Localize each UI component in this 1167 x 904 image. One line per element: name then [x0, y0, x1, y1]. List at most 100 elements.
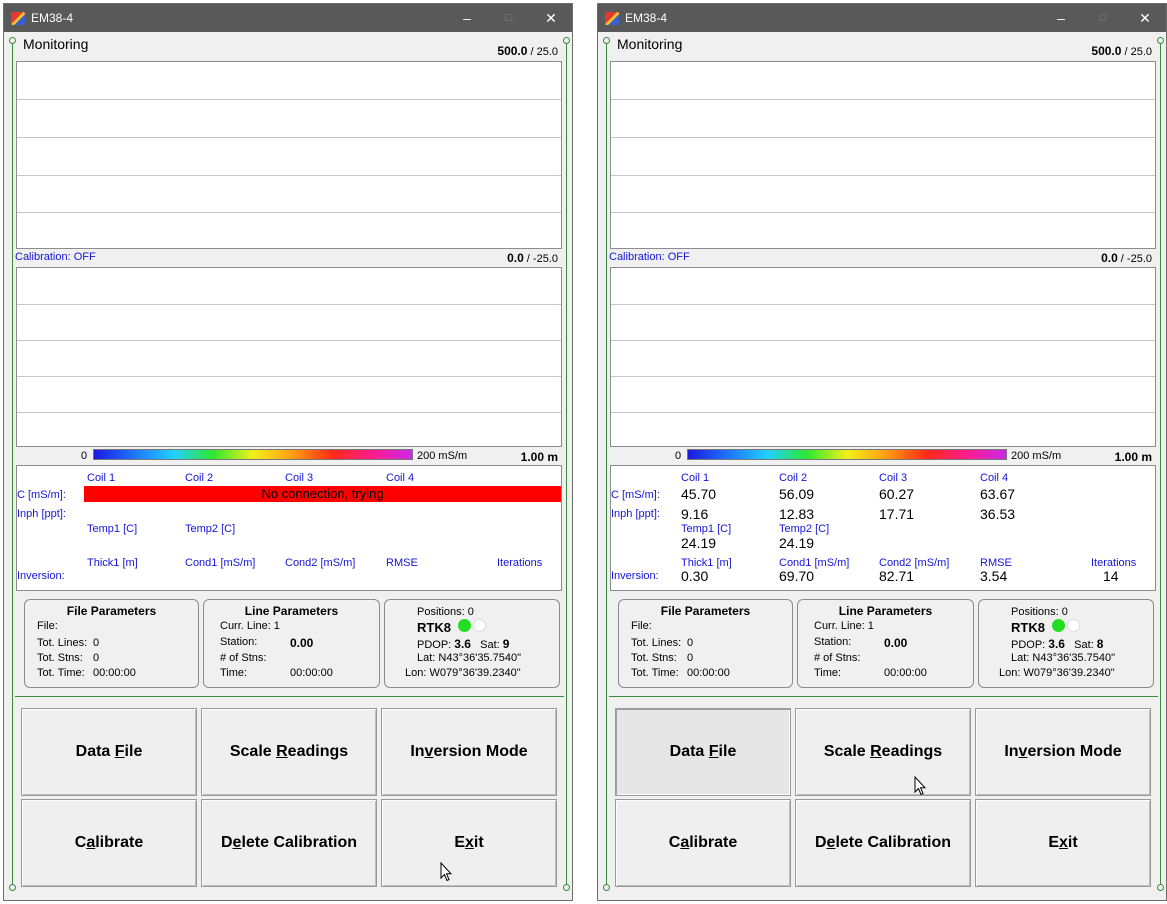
separator — [15, 696, 564, 697]
app-icon — [11, 12, 25, 25]
title-bar[interactable]: EM38-4 – □ ✕ — [598, 4, 1166, 32]
inversion-label: Inversion: — [611, 570, 659, 582]
latitude: Lat: N43°36'35.7540" — [417, 652, 521, 664]
window-title: EM38-4 — [31, 11, 74, 25]
pdop-value: 3.6 — [1048, 637, 1065, 651]
title-bar[interactable]: EM38-4 – □ ✕ — [4, 4, 572, 32]
station-value: 0.00 — [290, 636, 314, 650]
tot-stns-value: 0 — [93, 652, 100, 664]
close-icon[interactable]: ✕ — [530, 4, 572, 32]
data-file-button[interactable]: Data File — [615, 708, 791, 796]
top-plot-scale: 500.0 / 25.0 — [497, 44, 558, 58]
gps-group: Positions: 0 RTK8 PDOP: 3.6 Sat: 8 Lat: … — [978, 599, 1154, 688]
calibration-status: Calibration: OFF — [15, 251, 96, 263]
monitoring-heading: Monitoring — [617, 36, 683, 52]
rail-dot — [603, 884, 610, 891]
maximize-icon[interactable]: □ — [488, 4, 530, 32]
tot-time-value: 00:00:00 — [93, 667, 136, 679]
gps-group: Positions: 0 RTK8 PDOP: 3.6 Sat: 9 Lat: … — [384, 599, 560, 688]
temp-value: 24.19 — [681, 535, 717, 551]
tot-lines-label: Tot. Lines: — [37, 637, 88, 649]
inversion-mode-button[interactable]: Inversion Mode — [975, 708, 1151, 796]
group-title: Line Parameters — [838, 604, 933, 618]
tot-time-label: Tot. Time: — [37, 667, 85, 679]
line-parameters-group: Line Parameters Curr. Line: 1 Station: 0… — [203, 599, 380, 688]
window-title: EM38-4 — [625, 11, 668, 25]
rtk-status: RTK8 — [417, 620, 451, 635]
sat-value: 9 — [502, 637, 510, 651]
conductivity-colorbar — [687, 449, 1007, 460]
separator — [609, 696, 1158, 697]
scale-readings-button[interactable]: Scale Readings — [201, 708, 377, 796]
minimize-icon[interactable]: – — [446, 4, 488, 32]
tot-lines-label: Tot. Lines: — [631, 637, 682, 649]
temp-value: 24.19 — [779, 535, 815, 551]
group-title: File Parameters — [66, 604, 157, 618]
time-label: Time: — [220, 667, 248, 679]
inversion-header: Cond1 [mS/m] — [185, 557, 256, 569]
inversion-header: Iterations — [497, 557, 543, 569]
inversion-header: RMSE — [386, 557, 418, 569]
bottom-plot — [610, 267, 1156, 447]
inversion-header: Thick1 [m] — [87, 557, 138, 569]
calibrate-button[interactable]: Calibrate — [21, 799, 197, 887]
inph-value: 17.71 — [879, 506, 915, 522]
tot-stns-value: 0 — [687, 652, 694, 664]
inversion-header: Cond2 [mS/m] — [285, 557, 356, 569]
gps-led-white — [473, 619, 486, 632]
longitude: Lon: W079°36'39.2340" — [999, 667, 1115, 679]
coil-label: Coil 3 — [285, 472, 314, 484]
colorbar-max: 200 mS/m — [1011, 450, 1062, 462]
top-plot — [16, 61, 562, 249]
inph-value: 36.53 — [980, 506, 1016, 522]
inversion-value: 0.30 — [681, 568, 709, 584]
tot-stns-label: Tot. Stns: — [631, 652, 677, 664]
c-label: C [mS/m]: — [611, 489, 660, 501]
rail-dot — [9, 37, 16, 44]
c-value: 56.09 — [779, 486, 815, 502]
file-label: File: — [631, 620, 652, 632]
calibrate-button[interactable]: Calibrate — [615, 799, 791, 887]
calibration-status: Calibration: OFF — [609, 251, 690, 263]
delete-calibration-button[interactable]: Delete Calibration — [795, 799, 971, 887]
tot-time-label: Tot. Time: — [631, 667, 679, 679]
colorbar-min: 0 — [81, 450, 88, 462]
file-label: File: — [37, 620, 58, 632]
monitoring-heading: Monitoring — [23, 36, 89, 52]
curr-line: Curr. Line: 1 — [220, 620, 280, 632]
top-plot — [610, 61, 1156, 249]
station-label: Station: — [814, 636, 852, 648]
maximize-icon[interactable]: □ — [1082, 4, 1124, 32]
conductivity-colorbar — [93, 449, 413, 460]
scale-readings-button[interactable]: Scale Readings — [795, 708, 971, 796]
mouse-cursor-icon — [440, 862, 452, 882]
inversion-label: Inversion: — [17, 570, 65, 582]
delete-calibration-button[interactable]: Delete Calibration — [201, 799, 377, 887]
app-icon — [605, 12, 619, 25]
close-icon[interactable]: ✕ — [1124, 4, 1166, 32]
coil-label: Coil 1 — [87, 472, 116, 484]
minimize-icon[interactable]: – — [1040, 4, 1082, 32]
rtk-status: RTK8 — [1011, 620, 1045, 635]
exit-button[interactable]: Exit — [975, 799, 1151, 887]
sat-value: 8 — [1096, 637, 1104, 651]
station-label: Station: — [220, 636, 258, 648]
gps-led-white — [1067, 619, 1080, 632]
inversion-mode-button[interactable]: Inversion Mode — [381, 708, 557, 796]
temp-label: Temp1 [C] — [681, 523, 732, 535]
inph-value: 12.83 — [779, 506, 815, 522]
rail-dot — [1157, 37, 1164, 44]
rail-dot — [1157, 884, 1164, 891]
coil-label: Coil 2 — [185, 472, 214, 484]
file-parameters-group: File Parameters File: Tot. Lines: 0 Tot.… — [24, 599, 199, 688]
app-window: EM38-4 – □ ✕ Monitoring 500.0 / 25.0 Cal… — [597, 3, 1167, 901]
rail-dot — [9, 884, 16, 891]
frame-rail-right — [566, 40, 567, 888]
c-label: C [mS/m]: — [17, 489, 66, 501]
exit-button[interactable]: Exit — [381, 799, 557, 887]
time-value: 00:00:00 — [290, 667, 333, 679]
data-file-button[interactable]: Data File — [21, 708, 197, 796]
gps-led-green — [1052, 619, 1065, 632]
station-value: 0.00 — [884, 636, 908, 650]
readings-panel: Coil 1 Coil 2 Coil 3 Coil 4 C [mS/m]: No conn… — [16, 465, 562, 591]
